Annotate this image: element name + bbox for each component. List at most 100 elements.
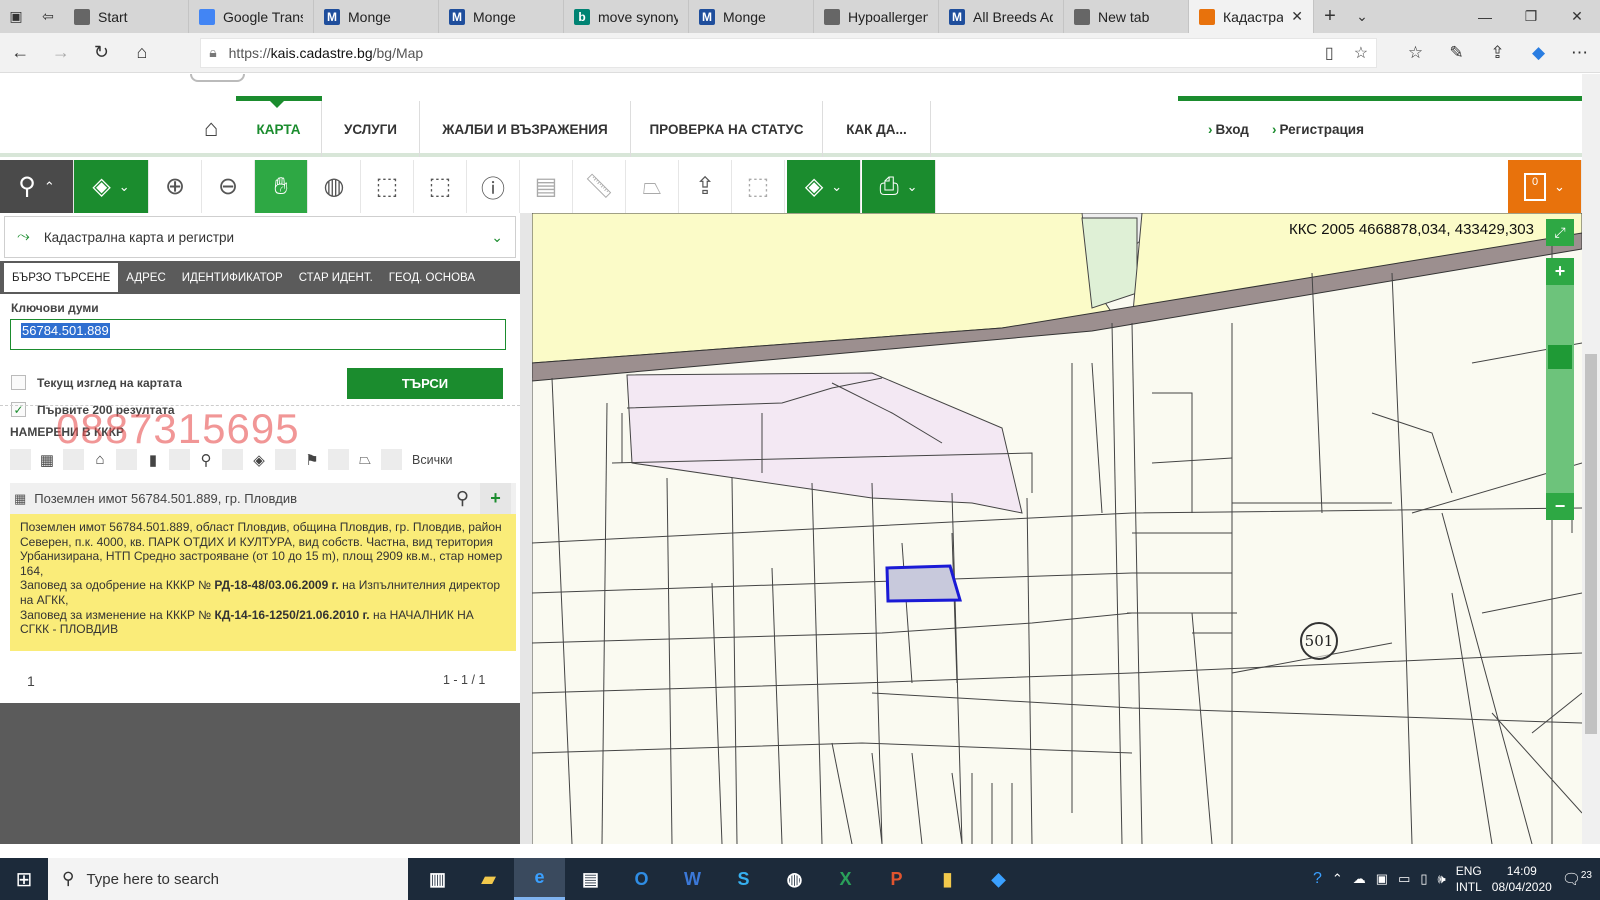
skype-icon[interactable]: S [718,858,769,900]
upload-tool[interactable]: ⇪ [679,160,732,213]
info-tool[interactable]: ⓘ [467,160,520,213]
nav-services[interactable]: УСЛУГИ [322,101,420,157]
tray-chevron-up-icon[interactable]: ⌃ [1332,871,1343,887]
zoom-slider[interactable]: + − [1546,258,1574,520]
favorites-icon[interactable]: ☆ [1395,43,1436,63]
input-language[interactable]: ENG INTL [1456,863,1482,895]
browser-tab[interactable]: M All Breeds Adı [939,0,1064,33]
share-icon[interactable]: ⇪ [1477,43,1518,63]
task-view-icon[interactable]: ▥ [412,858,463,900]
file-explorer-icon[interactable]: ▰ [463,858,514,900]
browser-tab[interactable]: M Monge [689,0,814,33]
edge-browser-icon[interactable]: e [514,858,565,900]
pen-icon[interactable]: ✎ [1436,43,1477,63]
outlook-icon[interactable]: O [616,858,667,900]
measure-tool[interactable]: 📏︎ [573,160,626,213]
full-extent-tool[interactable]: ◍ [308,160,361,213]
tab-manager-icon[interactable]: ▣ [0,0,32,33]
filter-checkbox[interactable] [116,449,137,470]
nav-complaints[interactable]: ЖАЛБИ И ВЪЗРАЖЕНИЯ [420,101,631,157]
filter-checkbox[interactable] [63,449,84,470]
zoom-in-tool[interactable]: ⊕ [149,160,202,213]
panel-splitter[interactable] [520,213,532,844]
home-icon[interactable]: ⌂ [186,101,236,157]
excel-icon[interactable]: X [820,858,871,900]
volume-icon[interactable]: 🕪︎ [1438,871,1446,887]
layer-info-button[interactable]: ◈ ⌄ [787,160,861,213]
refresh-button[interactable]: ↻ [81,33,122,73]
forward-button[interactable]: → [41,33,82,73]
next-extent-tool[interactable]: ⬚ [414,160,467,213]
zoom-to-result-button[interactable]: ⚲ [447,483,478,514]
photos-icon[interactable]: ◍ [769,858,820,900]
taskbar-clock[interactable]: 14:09 08/04/2020 [1492,863,1552,895]
pan-tool[interactable]: ✋︎ [255,160,308,213]
set-aside-tabs-icon[interactable]: ⇦ [32,0,64,33]
battery-icon[interactable]: ▭ [1398,871,1410,887]
back-button[interactable]: ← [0,33,41,73]
store-icon[interactable]: ▤ [565,858,616,900]
selected-parcel[interactable] [885,564,962,603]
close-tab-icon[interactable]: ✕ [1291,8,1303,25]
app-icon[interactable]: ◆ [973,858,1024,900]
browser-tab[interactable]: b move synonyr [564,0,689,33]
nav-how-to[interactable]: КАК ДА... [823,101,931,157]
help-icon[interactable]: ? [1313,870,1322,888]
area-tool[interactable]: ⏢ [626,160,679,213]
onedrive-cloud-icon[interactable]: ☁ [1353,871,1366,887]
select-tool[interactable]: ⬚ [732,160,785,213]
nav-status-check[interactable]: ПРОВЕРКА НА СТАТУС [631,101,823,157]
map-canvas[interactable]: ККС 2005 4668878,034, 433429,303 ⤢ + − 5… [532,213,1582,844]
browser-tab[interactable]: Hypoallergeni [814,0,939,33]
tab-address[interactable]: АДРЕС [118,263,174,292]
more-menu-icon[interactable]: ⋯ [1559,43,1600,63]
word-icon[interactable]: W [667,858,718,900]
reading-view-icon[interactable]: ▯ [1325,43,1334,63]
tray-app-icon[interactable]: ▣ [1376,871,1388,887]
tab-quick-search[interactable]: БЪРЗО ТЪРСЕНЕ [4,263,119,292]
filter-checkbox[interactable] [222,449,243,470]
filter-checkbox[interactable] [275,449,296,470]
previous-extent-tool[interactable]: ⬚ [361,160,414,213]
restore-button[interactable]: ❐ [1508,0,1554,33]
keywords-input[interactable]: 56784.501.889 [10,319,506,350]
zoom-slider-thumb[interactable] [1548,345,1572,369]
zoom-out-button[interactable]: − [1546,493,1574,520]
tab-geodetic-base[interactable]: ГЕОД. ОСНОВА [381,263,483,292]
filter-checkbox[interactable] [169,449,190,470]
filter-checkbox[interactable] [10,449,31,470]
tab-old-identifier[interactable]: СТАР ИДЕНТ. [291,263,381,292]
close-window-button[interactable]: ✕ [1554,0,1600,33]
sticky-notes-icon[interactable]: ▮ [922,858,973,900]
powerpoint-icon[interactable]: P [871,858,922,900]
cart-button[interactable]: 0 ⌄ [1508,160,1582,213]
tab-identifier[interactable]: ИДЕНТИФИКАТОР [174,263,291,292]
login-link[interactable]: › Вход [1208,101,1249,157]
windows-start-icon[interactable]: ⊞ [0,858,48,900]
vertical-scrollbar[interactable] [1582,74,1600,844]
filter-all-checkbox[interactable] [381,449,402,470]
fullscreen-button[interactable]: ⤢ [1546,219,1574,246]
home-button[interactable]: ⌂ [122,33,163,73]
zoom-out-tool[interactable]: ⊖ [202,160,255,213]
browser-tab[interactable]: Кадастра ✕ [1189,0,1314,33]
page-number[interactable]: 1 [27,673,35,689]
browser-tab[interactable]: Start [64,0,189,33]
shield-extension-icon[interactable]: ◆ [1518,43,1559,63]
favorite-star-icon[interactable]: ☆ [1354,43,1368,63]
minimize-button[interactable]: — [1462,0,1508,33]
layers-button[interactable]: ◈ ⌄ [74,160,149,213]
result-header[interactable]: ▦ Поземлен имот 56784.501.889, гр. Пловд… [10,483,516,514]
taskbar-search-box[interactable]: ⚲ Type here to search [48,858,408,900]
browser-tab[interactable]: Google Transl [189,0,314,33]
search-toggle-button[interactable]: ⚲ ⌃ [0,160,74,213]
new-tab-button[interactable]: + [1314,0,1346,33]
filter-checkbox[interactable] [328,449,349,470]
browser-tab[interactable]: New tab [1064,0,1189,33]
network-icon[interactable]: ▯ [1420,871,1427,887]
url-field[interactable]: 🔒︎ https://kais.cadastre.bg/bg/Map ▯ ☆ [200,37,1378,68]
browser-tab[interactable]: M Monge [439,0,564,33]
current-view-checkbox[interactable] [11,375,26,390]
layer-dropdown[interactable]: ⤳ Кадастрална карта и регистри ⌄ [4,216,516,258]
zoom-in-button[interactable]: + [1546,258,1574,285]
